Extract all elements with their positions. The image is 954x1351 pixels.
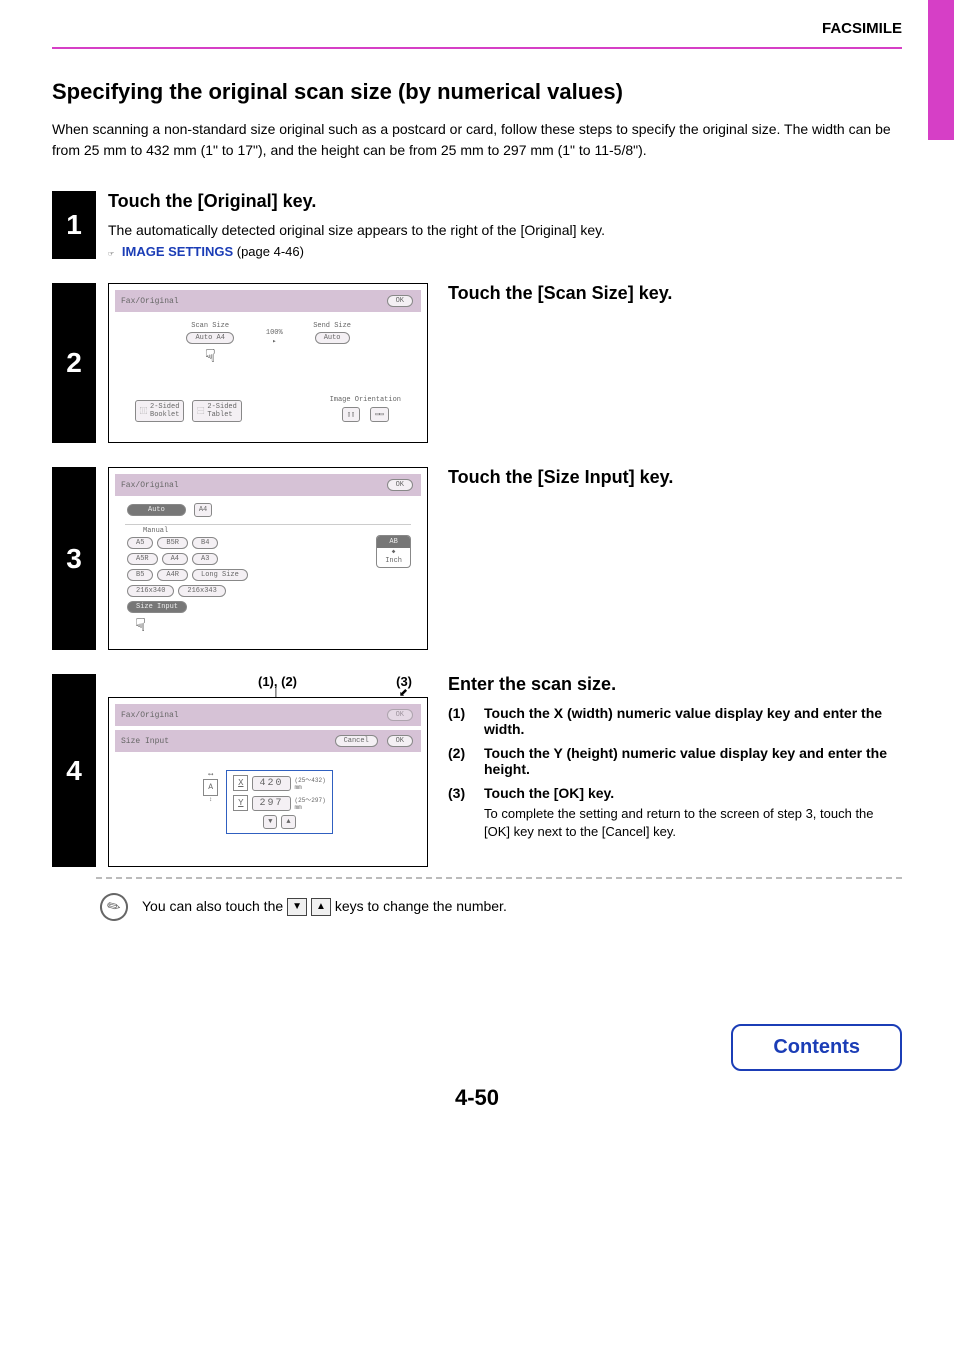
horizontal-rule	[52, 47, 902, 49]
step-4: 4 (1), (2) (3) │⬋ Fax/Original OK	[0, 674, 954, 867]
down-arrow-button[interactable]: ▼	[287, 898, 307, 916]
decrement-button[interactable]: ▼	[263, 815, 277, 829]
ok-button[interactable]: OK	[387, 295, 413, 307]
sub1-text: Touch the X (width) numeric value displa…	[484, 705, 882, 737]
screen-sim-scan-size: Fax/Original OK Scan Size Auto A4 ☟ 100%	[108, 283, 428, 443]
hand-pointer-icon: ☟	[135, 615, 250, 637]
two-sided-booklet-button[interactable]: ⿲2-Sided Booklet	[135, 400, 184, 422]
note-pre: You can also touch the	[142, 898, 287, 914]
unit-ab-tab[interactable]: AB	[377, 536, 410, 548]
size-216x340[interactable]: 216x340	[127, 585, 174, 597]
contents-button[interactable]: Contents	[731, 1024, 902, 1071]
orient-landscape-button[interactable]: ▭▭	[370, 407, 388, 422]
side-tab	[928, 0, 954, 140]
step-1: 1 Touch the [Original] key. The automati…	[0, 191, 954, 259]
step-body-text: The automatically detected original size…	[108, 222, 902, 238]
screen-sim-size-input: Fax/Original OK Auto A4 Manual A5 B5R B4	[108, 467, 428, 650]
y-label: Y	[233, 795, 248, 811]
size-b5[interactable]: B5	[127, 569, 153, 581]
size-longsize[interactable]: Long Size	[192, 569, 248, 581]
size-216x343[interactable]: 216x343	[178, 585, 225, 597]
scan-size-label: Scan Size	[184, 322, 235, 330]
size-a4[interactable]: A4	[162, 553, 188, 565]
page-number: 4-50	[0, 1085, 954, 1111]
orientation-label: Image Orientation	[330, 396, 401, 404]
orient-portrait-button[interactable]: ▯▯	[342, 407, 360, 422]
link-page-ref: (page 4-46)	[233, 244, 304, 259]
section-label: FACSIMILE	[52, 20, 902, 37]
intro-text: When scanning a non-standard size origin…	[52, 119, 902, 161]
sub3-lead: Touch the [OK] key.	[484, 785, 614, 801]
size-a5r[interactable]: A5R	[127, 553, 158, 565]
auto-size-indicator: A4	[194, 503, 212, 517]
reference-icon: ☞	[108, 250, 114, 258]
manual-label: Manual	[143, 527, 411, 535]
sub3-detail: To complete the setting and return to th…	[484, 805, 902, 841]
unit-inch-tab[interactable]: Inch	[377, 555, 410, 567]
cancel-button[interactable]: Cancel	[335, 735, 378, 747]
x-label: X	[233, 775, 248, 791]
ok-button[interactable]: OK	[387, 735, 413, 747]
image-settings-link[interactable]: IMAGE SETTINGS	[122, 244, 233, 259]
step-3: 3 Fax/Original OK Auto A4 Manual	[0, 467, 954, 650]
size-b4[interactable]: B4	[192, 537, 218, 549]
y-value-input[interactable]: 297	[252, 796, 290, 811]
scan-size-button[interactable]: Auto A4	[186, 332, 233, 344]
breadcrumb: Fax/Original	[121, 711, 179, 720]
sub2-text: Touch the Y (height) numeric value displ…	[484, 745, 887, 777]
screen-sim-enter-size: Fax/Original OK Size Input Cancel OK	[108, 697, 428, 867]
sub2-num: (2)	[448, 745, 474, 777]
note-post: keys to change the number.	[335, 898, 507, 914]
size-b5r[interactable]: B5R	[157, 537, 188, 549]
step-title: Touch the [Scan Size] key.	[448, 283, 902, 304]
step-title: Enter the scan size.	[448, 674, 902, 695]
breadcrumb: Fax/Original	[121, 481, 179, 490]
size-a3[interactable]: A3	[192, 553, 218, 565]
size-a4r[interactable]: A4R	[157, 569, 188, 581]
sub3-num: (3)	[448, 785, 474, 841]
send-size-label: Send Size	[313, 322, 352, 330]
y-range-hint: (25～297)	[295, 797, 326, 804]
pencil-note-icon: ✎	[95, 888, 133, 926]
increment-button[interactable]: ▲	[281, 815, 295, 829]
send-size-button[interactable]: Auto	[315, 332, 350, 344]
ok-button-disabled: OK	[387, 709, 413, 721]
breadcrumb: Fax/Original	[121, 297, 179, 306]
x-value-input[interactable]: 420	[252, 776, 290, 791]
step-title: Touch the [Original] key.	[108, 191, 902, 212]
size-input-label: Size Input	[121, 737, 169, 746]
sub1-num: (1)	[448, 705, 474, 737]
ok-button[interactable]: OK	[387, 479, 413, 491]
size-a5[interactable]: A5	[127, 537, 153, 549]
dashed-rule	[96, 877, 902, 879]
note-row: ✎ You can also touch the ▼ ▲ keys to cha…	[0, 889, 954, 925]
up-arrow-button[interactable]: ▲	[311, 898, 331, 916]
step-number: 1	[52, 191, 96, 259]
step-number: 4	[52, 674, 96, 867]
step-2: 2 Fax/Original OK Scan Size Auto A4 ☟	[0, 283, 954, 443]
two-sided-tablet-button[interactable]: ⿱2-Sided Tablet	[192, 400, 241, 422]
percent-label: 100%	[266, 329, 283, 337]
page-title: Specifying the original scan size (by nu…	[52, 79, 902, 105]
step-number: 2	[52, 283, 96, 443]
step-title: Touch the [Size Input] key.	[448, 467, 902, 488]
size-input-button[interactable]: Size Input	[127, 601, 187, 613]
hand-pointer-icon: ☟	[184, 346, 235, 368]
x-range-hint: (25～432)	[295, 777, 326, 784]
step-number: 3	[52, 467, 96, 650]
auto-tab[interactable]: Auto	[127, 504, 186, 516]
